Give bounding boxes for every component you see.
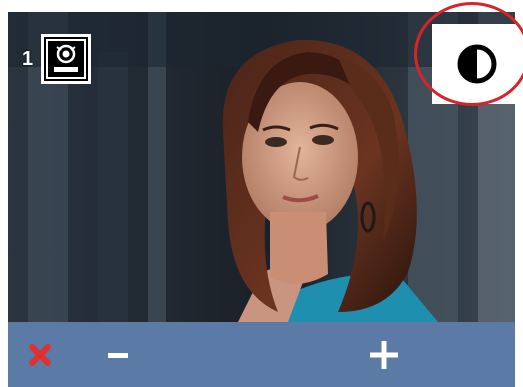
bottom-toolbar	[8, 322, 515, 387]
camera-number: 1	[22, 47, 34, 70]
contrast-icon	[457, 44, 497, 84]
plus-icon	[370, 340, 398, 369]
decrease-button[interactable]	[88, 322, 148, 387]
close-x-icon	[29, 343, 51, 366]
camera-indicator: 1	[22, 32, 92, 86]
increase-button[interactable]	[354, 322, 414, 387]
intercom-screen: 1	[0, 0, 523, 387]
doorbell-camera-icon	[41, 34, 92, 84]
close-button[interactable]	[10, 322, 70, 387]
contrast-button[interactable]	[432, 24, 522, 104]
minus-icon	[108, 352, 128, 358]
